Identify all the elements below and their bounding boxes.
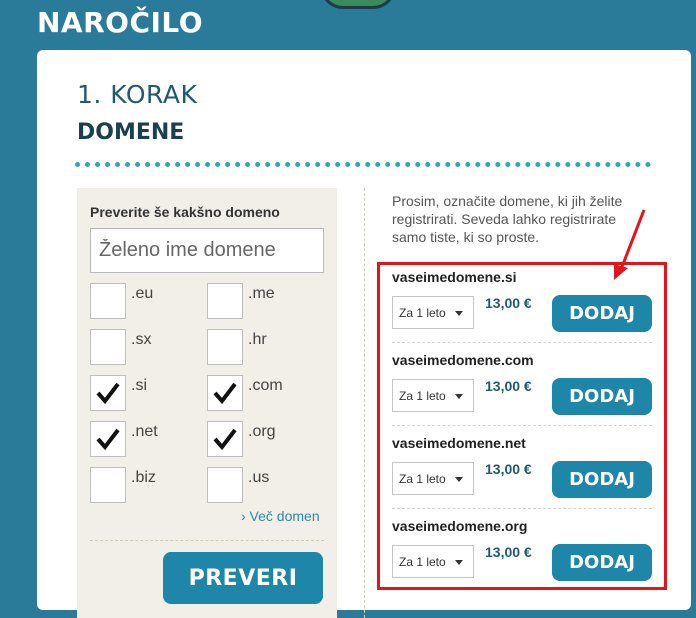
chevron-down-icon [455,477,463,482]
tld-label: .com [248,377,283,394]
add-domain-button[interactable]: DODAJ [552,544,652,581]
domain-check-panel: Preverite še kakšno domeno .eu .me .sx .… [77,188,337,618]
add-domain-button[interactable]: DODAJ [552,461,652,498]
tld-checkbox[interactable] [90,375,126,411]
checkmark-icon [213,428,237,451]
tld-option[interactable]: .org [207,421,317,457]
tld-label: .hr [248,331,267,348]
logo-globe-icon [320,0,396,9]
results-highlight-box: vaseimedomene.si Za 1 leto 13,00 € DODAJ… [377,262,667,590]
domain-result-row: vaseimedomene.com Za 1 leto 13,00 € DODA… [380,348,664,430]
tld-label: .eu [131,285,154,302]
step-name: DOMENE [77,120,185,145]
tld-option[interactable]: .sx [90,329,200,365]
period-value: Za 1 leto [399,555,446,569]
tld-checkbox[interactable] [207,421,243,457]
tld-option[interactable]: .net [90,421,200,457]
domain-name: vaseimedomene.org [392,518,528,534]
domain-result-row: vaseimedomene.net Za 1 leto 13,00 € DODA… [380,431,664,513]
checkmark-icon [213,382,237,405]
period-select[interactable]: Za 1 leto [392,379,474,412]
period-select[interactable]: Za 1 leto [392,296,474,329]
more-domains-link[interactable]: › Več domen [241,508,320,524]
step-label: 1. KORAK [77,80,198,109]
tld-option[interactable]: .biz [90,467,200,503]
checkmark-icon [96,382,120,405]
period-value: Za 1 leto [399,472,446,486]
dotted-divider [75,162,651,167]
chevron-down-icon [455,560,463,565]
tld-checkbox[interactable] [207,283,243,319]
domain-result-row: vaseimedomene.org Za 1 leto 13,00 € DODA… [380,514,664,596]
add-domain-button[interactable]: DODAJ [552,378,652,415]
tld-label: .si [131,377,147,394]
tld-option[interactable]: .si [90,375,200,411]
tld-option[interactable]: .hr [207,329,317,365]
domain-name: vaseimedomene.com [392,352,534,368]
tld-checkbox[interactable] [90,467,126,503]
price: 13,00 € [485,378,532,394]
tld-label: .sx [131,331,152,348]
tld-label: .us [248,469,270,486]
row-divider [392,425,652,426]
tld-label: .net [131,423,158,440]
period-select[interactable]: Za 1 leto [392,462,474,495]
row-divider [392,508,652,509]
red-arrow-icon [614,209,646,280]
row-divider [392,342,652,343]
tld-checkbox[interactable] [207,375,243,411]
tld-option[interactable]: .com [207,375,317,411]
chevron-down-icon [455,311,463,316]
tld-option[interactable]: .us [207,467,317,503]
add-domain-button[interactable]: DODAJ [552,295,652,332]
domain-name: vaseimedomene.si [392,269,517,285]
price: 13,00 € [485,544,532,560]
domain-name-input[interactable] [90,228,324,273]
domain-name: vaseimedomene.net [392,435,526,451]
panel-divider [90,540,324,541]
chevron-down-icon [455,394,463,399]
tld-checkbox[interactable] [90,329,126,365]
panel-title: Preverite še kakšno domeno [90,204,280,220]
tld-option[interactable]: .me [207,283,317,319]
column-divider [364,188,365,618]
period-select[interactable]: Za 1 leto [392,545,474,578]
tld-label: .org [248,423,276,440]
tld-checkbox[interactable] [207,329,243,365]
tld-checkbox[interactable] [90,421,126,457]
checkmark-icon [96,428,120,451]
check-button[interactable]: PREVERI [163,552,323,604]
order-card: 1. KORAK DOMENE Preverite še kakšno dome… [37,50,691,618]
page-title: NAROČILO [37,6,204,39]
tld-label: .biz [131,469,156,486]
price: 13,00 € [485,461,532,477]
period-value: Za 1 leto [399,389,446,403]
tld-label: .me [248,285,275,302]
tld-option[interactable]: .eu [90,283,200,319]
tld-checkbox[interactable] [207,467,243,503]
period-value: Za 1 leto [399,306,446,320]
tld-checkbox[interactable] [90,283,126,319]
price: 13,00 € [485,295,532,311]
